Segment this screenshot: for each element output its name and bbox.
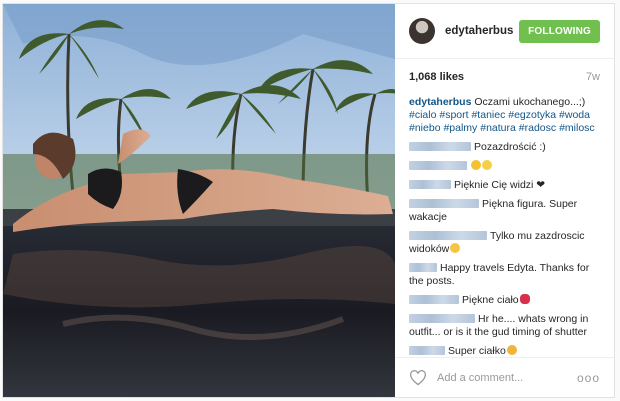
blurred-username [409,161,467,170]
worried-face-icon [482,160,492,170]
comment [409,160,600,173]
comment: Hr he.... whats wrong in outfit... or is… [409,313,600,339]
avatar[interactable] [409,18,435,44]
hashtag[interactable]: #milosc [559,122,595,134]
comment-text: Pięknie Cię widzi ❤ [454,179,546,191]
post-header: edytaherbus FOLLOWING [395,4,614,59]
blurred-username [409,314,475,323]
likes-count[interactable]: 1,068 likes [409,71,464,83]
author-username[interactable]: edytaherbus [445,25,513,37]
blurred-username [409,295,459,304]
blurred-username [409,180,451,189]
hashtag[interactable]: #niebo [409,122,441,134]
comment: Pozazdrościć :) [409,141,600,154]
hashtag[interactable]: #natura [480,122,516,134]
comment-bar: Add a comment... ooo [395,357,614,397]
comment-text: Pozazdrościć :) [474,141,546,153]
comment: Tylko mu zazdroscic widoków [409,230,600,256]
hashtag[interactable]: #palmy [443,122,477,134]
caption-username[interactable]: edytaherbus [409,96,471,108]
blurred-username [409,142,471,151]
blurred-username [409,199,479,208]
add-comment-input[interactable]: Add a comment... [437,372,523,384]
ok-hand-icon [506,345,517,355]
blurred-username [409,231,487,240]
hashtag[interactable]: #taniec [471,109,505,121]
hashtag[interactable]: #cialo [409,109,436,121]
post-card: edytaherbus FOLLOWING 1,068 likes 7w edy… [2,3,615,398]
comment-text: Super ciałko [448,345,506,357]
beach-photo-image [3,4,395,397]
comment: Happy travels Edyta. Thanks for the post… [409,262,600,288]
following-button[interactable]: FOLLOWING [519,19,600,43]
post-side-panel: edytaherbus FOLLOWING 1,068 likes 7w edy… [395,4,614,397]
thumbs-up-icon [471,160,481,170]
comment: Pięknie Cię widzi ❤ [409,179,600,192]
more-options-icon[interactable]: ooo [577,371,600,385]
comment-text: Piękne ciało [462,294,519,306]
caption: edytaherbus Oczami ukochanego...;) #cial… [409,96,600,135]
hashtag[interactable]: #radosc [519,122,556,134]
blurred-username [409,263,437,272]
comment: Piękna figura. Super wakacje [409,198,600,224]
post-photo[interactable] [3,4,395,397]
blurred-username [409,346,445,355]
lips-icon [519,294,530,304]
scream-face-icon [450,243,461,253]
post-meta: 1,068 likes 7w [395,59,614,83]
comment-feed: edytaherbus Oczami ukochanego...;) #cial… [395,83,614,358]
hashtag[interactable]: #egzotyka [508,109,556,121]
comment: Piękne ciało [409,294,600,307]
hashtag[interactable]: #woda [559,109,590,121]
post-age[interactable]: 7w [586,71,600,83]
heart-icon[interactable] [409,369,427,386]
hashtag[interactable]: #sport [439,109,468,121]
caption-text: Oczami ukochanego...;) [471,96,586,108]
